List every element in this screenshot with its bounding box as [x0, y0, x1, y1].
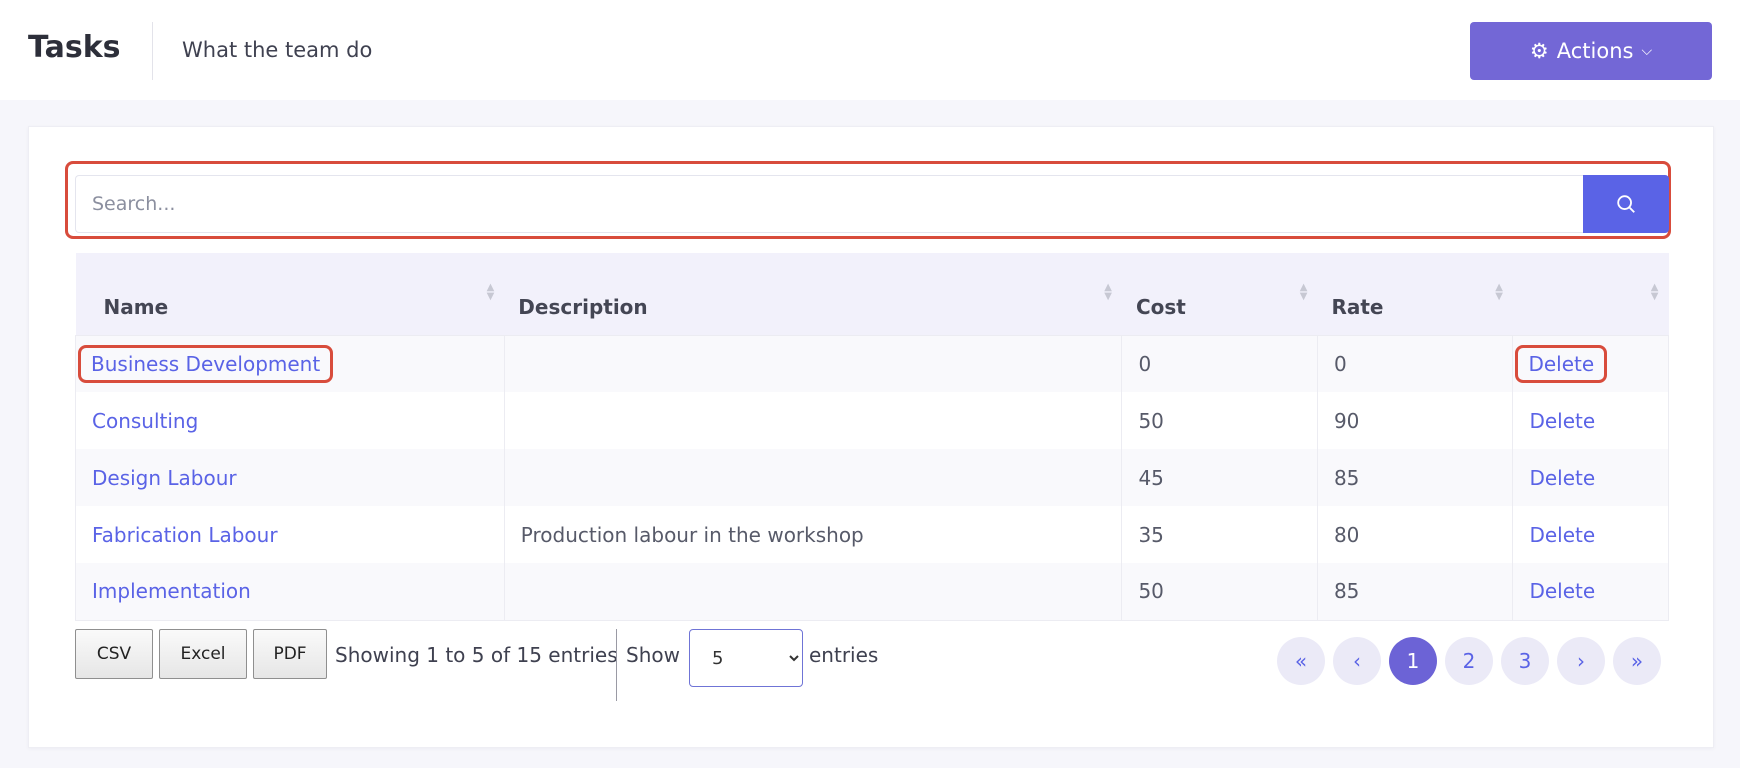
- task-name-link[interactable]: Fabrication Labour: [92, 523, 278, 547]
- export-excel-button[interactable]: Excel: [159, 629, 247, 679]
- entries-label: entries: [809, 643, 879, 667]
- delete-link[interactable]: Delete: [1529, 409, 1595, 433]
- table-header-row: Name ▲ ▼ Description ▲ ▼ Cost ▲ ▼ Rate ▲ ▼ ▲ ▼: [75, 253, 1669, 335]
- column-header-rate[interactable]: Rate ▲ ▼: [1317, 253, 1513, 335]
- pagination-page-1[interactable]: 1: [1389, 637, 1437, 685]
- column-header-description[interactable]: Description ▲ ▼: [504, 253, 1122, 335]
- table-row: Business Development 0 0 Delete: [75, 335, 1669, 392]
- task-cost: 35: [1121, 506, 1318, 563]
- task-description: [504, 392, 1123, 449]
- task-description: [504, 335, 1123, 392]
- pagination-last-button[interactable]: »: [1613, 637, 1661, 685]
- page-subtitle: What the team do: [182, 38, 373, 62]
- table-row: Design Labour 45 85 Delete: [75, 449, 1669, 506]
- show-label: Show: [626, 643, 680, 667]
- delete-link[interactable]: Delete: [1529, 579, 1595, 603]
- task-rate: 90: [1317, 392, 1514, 449]
- column-header-name[interactable]: Name ▲ ▼: [75, 253, 505, 335]
- task-rate: 0: [1317, 335, 1514, 392]
- sort-icon: ▲ ▼: [486, 282, 495, 302]
- column-header-cost[interactable]: Cost ▲ ▼: [1121, 253, 1318, 335]
- task-cost: 0: [1121, 335, 1318, 392]
- actions-label: Actions: [1556, 39, 1634, 63]
- search-input[interactable]: [75, 175, 1583, 233]
- pagination-page-3[interactable]: 3: [1501, 637, 1549, 685]
- footer-divider: [616, 629, 617, 701]
- task-rate: 85: [1317, 449, 1514, 506]
- column-header-actions[interactable]: ▲ ▼: [1512, 253, 1669, 335]
- search-icon: [1617, 195, 1635, 213]
- sort-icon: ▲ ▼: [1495, 282, 1503, 302]
- task-cost: 45: [1121, 449, 1318, 506]
- delete-link[interactable]: Delete: [1515, 344, 1608, 383]
- export-pdf-button[interactable]: PDF: [253, 629, 327, 679]
- tasks-table: Name ▲ ▼ Description ▲ ▼ Cost ▲ ▼ Rate ▲ ▼ ▲ ▼ Bu…: [75, 253, 1669, 621]
- delete-link[interactable]: Delete: [1529, 466, 1595, 490]
- task-name-link[interactable]: Consulting: [92, 409, 198, 433]
- pagination-next-button[interactable]: ›: [1557, 637, 1605, 685]
- task-cost: 50: [1121, 563, 1318, 620]
- task-description: [504, 449, 1123, 506]
- entries-info: Showing 1 to 5 of 15 entries: [335, 643, 618, 667]
- page-title: Tasks: [28, 30, 121, 65]
- task-description: [504, 563, 1123, 620]
- page-size-select[interactable]: 5: [689, 629, 803, 687]
- table-row: Implementation 50 85 Delete: [75, 563, 1669, 620]
- sort-icon: ▲ ▼: [1650, 282, 1659, 302]
- pagination-first-button[interactable]: «: [1277, 637, 1325, 685]
- task-description: Production labour in the workshop: [504, 506, 1123, 563]
- actions-button[interactable]: ⚙ Actions ⌵: [1470, 22, 1712, 80]
- title-divider: [152, 22, 153, 80]
- pagination-page-2[interactable]: 2: [1445, 637, 1493, 685]
- table-row: Consulting 50 90 Delete: [75, 392, 1669, 449]
- delete-link[interactable]: Delete: [1529, 523, 1595, 547]
- sort-icon: ▲ ▼: [1299, 282, 1308, 302]
- search-button[interactable]: [1583, 175, 1669, 233]
- pagination-prev-button[interactable]: ‹: [1333, 637, 1381, 685]
- sort-icon: ▲ ▼: [1104, 282, 1112, 302]
- task-rate: 85: [1317, 563, 1514, 620]
- chevron-down-icon: ⌵: [1641, 43, 1653, 59]
- task-name-link[interactable]: Business Development: [78, 344, 334, 383]
- task-name-link[interactable]: Design Labour: [92, 466, 237, 490]
- table-row: Fabrication Labour Production labour in …: [75, 506, 1669, 563]
- tasks-card: Name▲▼ Description▲▼ Cost▲▼ Rate▲▼ ▲▼ Bu…: [28, 126, 1714, 748]
- task-rate: 80: [1317, 506, 1514, 563]
- page-header: Tasks What the team do ⚙ Actions ⌵: [0, 0, 1740, 100]
- task-cost: 50: [1121, 392, 1318, 449]
- task-name-link[interactable]: Implementation: [92, 579, 251, 603]
- gear-icon: ⚙: [1529, 39, 1549, 63]
- export-csv-button[interactable]: CSV: [75, 629, 153, 679]
